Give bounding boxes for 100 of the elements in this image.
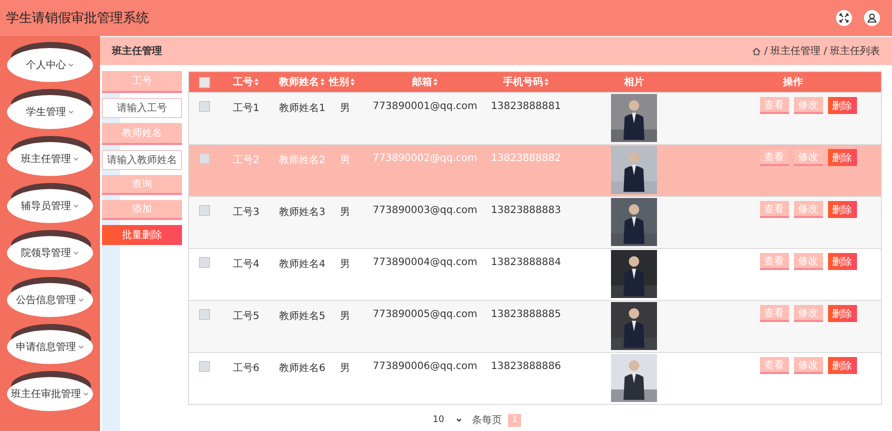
fullscreen-icon[interactable] (836, 10, 852, 26)
user-icon[interactable] (864, 10, 880, 26)
row-checkbox[interactable] (198, 101, 210, 112)
table-cell: 男 (340, 311, 350, 322)
column-label: 相片 (624, 76, 644, 89)
table-cell: 工号5 (233, 311, 260, 322)
sidebar-item[interactable]: 辅导员管理 (7, 189, 93, 223)
sort-icon[interactable] (320, 78, 325, 86)
table-cell: 教师姓名1 (279, 103, 326, 114)
field-label: 工号 (102, 71, 182, 93)
table-cell: 男 (340, 207, 350, 218)
table-cell: 13823888884 (491, 257, 561, 268)
column-label: 邮箱 (412, 76, 432, 89)
table-cell: 工号4 (233, 259, 260, 270)
table-cell: 男 (340, 259, 350, 270)
table-row[interactable]: 工号1 教师姓名1 男 773890001@qq.com 13823888881 查看 修改 删除 (189, 92, 881, 144)
column-header[interactable]: 性别 (329, 75, 361, 89)
caret-icon (73, 157, 79, 161)
table-cell: 工号3 (233, 207, 260, 218)
delete-button[interactable]: 删除 (828, 253, 856, 270)
delete-button[interactable]: 删除 (828, 201, 856, 218)
caret-icon (78, 298, 84, 302)
sidebar-item[interactable]: 学生管理 (7, 95, 93, 129)
table-cell: 工号6 (233, 363, 260, 374)
table-cell: 13823888885 (491, 309, 561, 320)
table-row[interactable]: 工号2 教师姓名2 男 773890002@qq.com 13823888882 查看 修改 删除 (189, 144, 881, 196)
home-icon[interactable] (752, 46, 762, 56)
input-field[interactable]: 请输入工号 (102, 98, 182, 118)
caret-icon (456, 418, 462, 422)
column-header[interactable]: 工号 (219, 75, 277, 89)
caret-icon (68, 63, 74, 67)
delete-button[interactable]: 删除 (828, 357, 856, 374)
table-cell: 男 (340, 103, 350, 114)
table-row[interactable]: 工号3 教师姓名3 男 773890003@qq.com 13823888883 查看 修改 删除 (189, 196, 881, 248)
column-label: 教师姓名 (279, 76, 319, 89)
row-checkbox[interactable] (198, 153, 210, 164)
table-cell: 13823888883 (491, 205, 561, 216)
sort-icon[interactable] (433, 78, 438, 86)
table-cell: 13823888886 (491, 361, 561, 372)
column-label: 工号 (233, 76, 253, 89)
delete-button[interactable]: 删除 (828, 149, 856, 166)
page-title: 班主任管理 (112, 44, 162, 58)
table-cell: 教师姓名6 (279, 363, 326, 374)
table-cell: 13823888881 (491, 101, 561, 112)
caret-icon (78, 345, 84, 349)
table-cell: 教师姓名2 (279, 155, 326, 166)
table-row[interactable]: 工号6 教师姓名6 男 773890006@qq.com 13823888886 查看 修改 删除 (189, 352, 881, 404)
delete-button[interactable]: 删除 (828, 97, 856, 114)
caret-icon (83, 392, 89, 396)
sidebar-item[interactable]: 申请信息管理 (7, 330, 93, 364)
select-all-checkbox[interactable] (198, 76, 210, 88)
row-checkbox[interactable] (198, 257, 210, 268)
sidebar-item[interactable]: 班主任审批管理 (7, 377, 93, 411)
table-row[interactable]: 工号5 教师姓名5 男 773890005@qq.com 13823888885 查看 修改 删除 (189, 300, 881, 352)
column-header[interactable]: 操作 (705, 75, 881, 89)
table-cell: 工号1 (233, 103, 260, 114)
table-cell: 教师姓名3 (279, 207, 326, 218)
table-cell: 工号2 (233, 155, 260, 166)
row-checkbox[interactable] (198, 309, 210, 320)
column-header[interactable]: 教师姓名 (277, 75, 329, 89)
column-label: 性别 (329, 76, 349, 89)
sidebar-item[interactable]: 公告信息管理 (7, 283, 93, 317)
table-cell: 教师姓名4 (279, 259, 326, 270)
sort-icon[interactable] (254, 78, 259, 86)
sidebar-item[interactable]: 院领导管理 (7, 236, 93, 270)
sidebar-item[interactable]: 个人中心 (7, 48, 93, 82)
delete-button[interactable]: 删除 (828, 305, 856, 322)
table-cell: 773890003@qq.com (372, 205, 478, 216)
table-cell: 773890006@qq.com (372, 361, 478, 372)
column-header[interactable]: 邮箱 (361, 75, 489, 89)
table-cell: 773890004@qq.com (372, 257, 478, 268)
breadcrumb-separator: / (824, 46, 827, 56)
sort-icon[interactable] (544, 78, 549, 86)
column-label: 操作 (783, 76, 803, 89)
table-cell: 教师姓名5 (279, 311, 326, 322)
caret-icon (68, 110, 74, 114)
row-checkbox[interactable] (198, 361, 210, 372)
page-size-select[interactable]: 10 (428, 415, 466, 425)
sidebar-item[interactable]: 班主任管理 (7, 142, 93, 176)
caret-icon (73, 204, 79, 208)
column-header[interactable]: 相片 (563, 75, 705, 89)
table-cell: 773890001@qq.com (372, 101, 478, 112)
batch-delete-button[interactable]: 批量删除 (102, 225, 182, 245)
table-cell: 男 (340, 363, 350, 374)
table-cell: 773890002@qq.com (372, 153, 478, 164)
field-label: 教师姓名 (102, 123, 182, 145)
breadcrumb-item[interactable]: 班主任管理 (770, 44, 821, 58)
caret-icon (73, 251, 79, 255)
column-label: 手机号码 (503, 76, 543, 89)
column-header[interactable]: 手机号码 (489, 75, 563, 89)
sort-icon[interactable] (350, 78, 355, 86)
table-cell: 男 (340, 155, 350, 166)
table-cell: 773890005@qq.com (372, 309, 478, 320)
app-title: 学生请销假审批管理系统 (6, 10, 149, 27)
breadcrumb-separator: / (764, 46, 768, 56)
input-field[interactable]: 请输入教师姓名 (102, 150, 182, 170)
table-row[interactable]: 工号4 教师姓名4 男 773890004@qq.com 13823888884 查看 修改 删除 (189, 248, 881, 300)
table-cell: 13823888882 (491, 153, 561, 164)
breadcrumb-item[interactable]: 班主任列表 (830, 44, 880, 58)
row-checkbox[interactable] (198, 205, 210, 216)
